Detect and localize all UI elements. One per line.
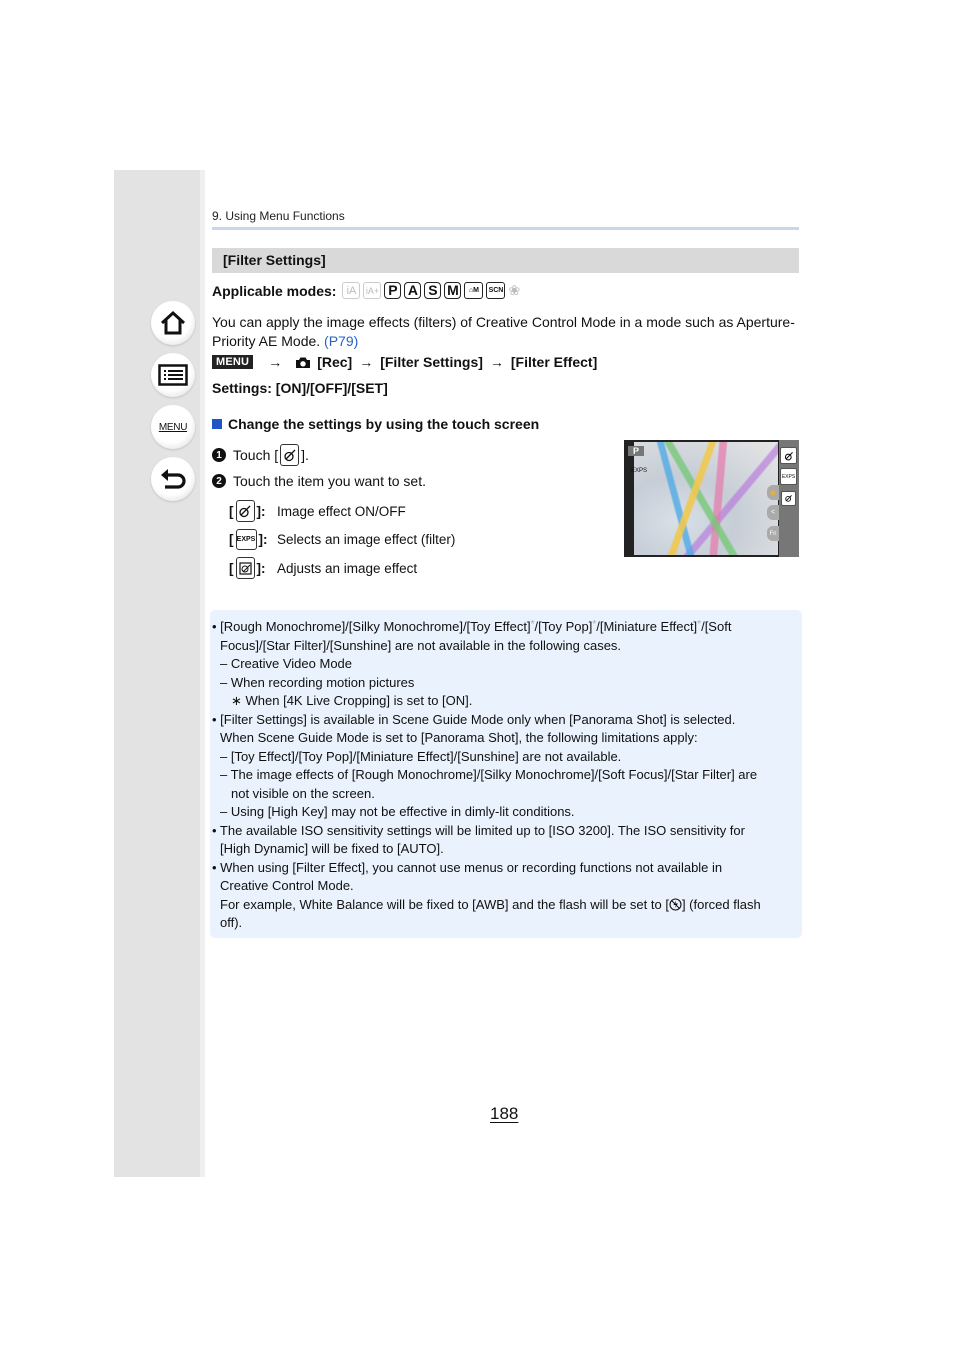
mode-creative-control-icon: ❀ [508, 282, 521, 298]
collapse-tab[interactable]: < [767, 505, 779, 520]
menu-button[interactable]: MENU [151, 405, 195, 449]
note-line: ∗ When [4K Live Cropping] is set to [ON]… [231, 693, 473, 708]
note-line: Creative Control Mode. [220, 878, 354, 893]
note-line: – Using [High Key] may not be effective … [220, 804, 575, 819]
menu-path-filter-effect: [Filter Effect] [510, 354, 598, 370]
settings-options: Settings: [ON]/[OFF]/[SET] [212, 380, 388, 396]
note-line: – [Toy Effect]/[Toy Pop]/[Miniature Effe… [220, 748, 622, 764]
note-line: • [Filter Settings] is available in Scen… [212, 711, 736, 727]
applicable-modes-label: Applicable modes: [212, 282, 337, 299]
image-effect-icon [280, 444, 300, 466]
home-button[interactable] [151, 301, 195, 345]
step-2: 2 Touch the item you want to set. [212, 473, 426, 489]
menu-icon: MENU [158, 421, 188, 433]
mode-m-icon: M [444, 282, 462, 299]
exps-touch-button[interactable]: EXPS [780, 468, 797, 485]
mode-scn-icon: SCN [486, 282, 506, 299]
flash-off-icon [669, 897, 682, 911]
back-button[interactable] [151, 457, 195, 501]
note-line: • The available ISO sensitivity settings… [212, 822, 745, 838]
camera-screen-preview: P EXPS EXPS ◆ < Fn [624, 440, 799, 557]
back-arrow-icon [161, 469, 186, 489]
mode-badge: P [628, 446, 645, 456]
note-line: For example, White Balance will be fixed… [220, 896, 761, 912]
note-line: • When using [Filter Effect], you cannot… [212, 859, 723, 875]
note-line: [High Dynamic] will be fixed to [AUTO]. [220, 841, 444, 856]
definition-text: Image effect ON/OFF [277, 503, 406, 519]
step-text: Touch [ [233, 447, 279, 463]
note-line: – Creative Video Mode [220, 656, 353, 671]
mode-a-icon: A [404, 282, 422, 299]
arrow: → [268, 354, 283, 370]
note-line: • [Rough Monochrome]/[Silky Monochrome]/… [212, 619, 732, 634]
adjust-touch-button[interactable] [781, 491, 796, 506]
page-link-p79[interactable]: (P79) [324, 333, 358, 349]
image-effect-icon [235, 500, 255, 522]
definition-item: []: Image effect ON/OFF [229, 500, 406, 522]
note-line: Focus]/[Star Filter]/[Sunshine] are not … [220, 637, 622, 653]
mode-s-icon: S [424, 282, 442, 299]
note-line: not visible on the screen. [231, 785, 375, 801]
mode-creative-video-icon: ⌂M [464, 282, 484, 299]
menu-path: MENU → [Rec] → [Filter Settings] → [Filt… [212, 354, 597, 370]
intro-paragraph: You can apply the image effects (filters… [212, 313, 802, 351]
mode-ia-plus-icon: iA+ [363, 282, 382, 299]
arrow: → [489, 354, 504, 370]
list-icon [158, 364, 188, 386]
menu-path-filter-settings: [Filter Settings] [380, 354, 483, 370]
menu-badge: MENU [212, 355, 254, 369]
note-line: When Scene Guide Mode is set to [Panoram… [220, 730, 698, 745]
note-line: off). [220, 915, 243, 930]
step-text: ]. [301, 447, 309, 463]
exps-icon: EXPS [235, 529, 257, 550]
page-number: 188 [490, 1104, 519, 1123]
note-line: – When recording motion pictures [220, 674, 415, 690]
menu-path-rec: [Rec] [317, 354, 353, 370]
adjust-effect-icon [235, 557, 255, 579]
applicable-modes: Applicable modes: iA iA+ P A S M ⌂M SCN … [212, 282, 523, 299]
notes-list: • [Rough Monochrome]/[Silky Monochrome]/… [212, 616, 802, 933]
header-divider [212, 227, 799, 230]
step-text: Touch the item you want to set. [233, 473, 426, 489]
touch-section-heading: Change the settings by using the touch s… [212, 416, 539, 432]
contents-button[interactable] [151, 353, 195, 397]
fn-tab[interactable]: Fn [767, 526, 779, 541]
note-line: – The image effects of [Rough Monochrome… [220, 767, 758, 782]
intro-text: You can apply the image effects (filters… [212, 314, 795, 349]
exps-indicator: EXPS [631, 468, 648, 474]
blue-square-icon [212, 419, 222, 429]
touch-heading-text: Change the settings by using the touch s… [228, 416, 540, 432]
breadcrumb: 9. Using Menu Functions [212, 209, 345, 223]
home-icon [160, 310, 186, 335]
definition-text: Selects an image effect (filter) [277, 532, 456, 547]
section-header: [Filter Settings] [212, 248, 799, 273]
definition-text: Adjusts an image effect [277, 560, 418, 576]
step-number: 2 [212, 474, 226, 488]
preview-photo [634, 442, 778, 555]
arrow: → [359, 354, 374, 370]
mode-p-icon: P [384, 282, 402, 299]
definition-item: []: Adjusts an image effect [229, 557, 417, 579]
image-effect-touch-button[interactable] [780, 447, 797, 464]
definition-item: [EXPS]: Selects an image effect (filter) [229, 529, 455, 550]
camera-icon [296, 357, 311, 368]
mode-ia-icon: iA [342, 282, 361, 299]
effect-tab[interactable]: ◆ [767, 485, 779, 500]
step-number: 1 [212, 448, 226, 462]
step-1: 1 Touch [ ]. [212, 444, 309, 466]
sidebar-edge [200, 170, 205, 1177]
section-title: [Filter Settings] [223, 252, 326, 268]
